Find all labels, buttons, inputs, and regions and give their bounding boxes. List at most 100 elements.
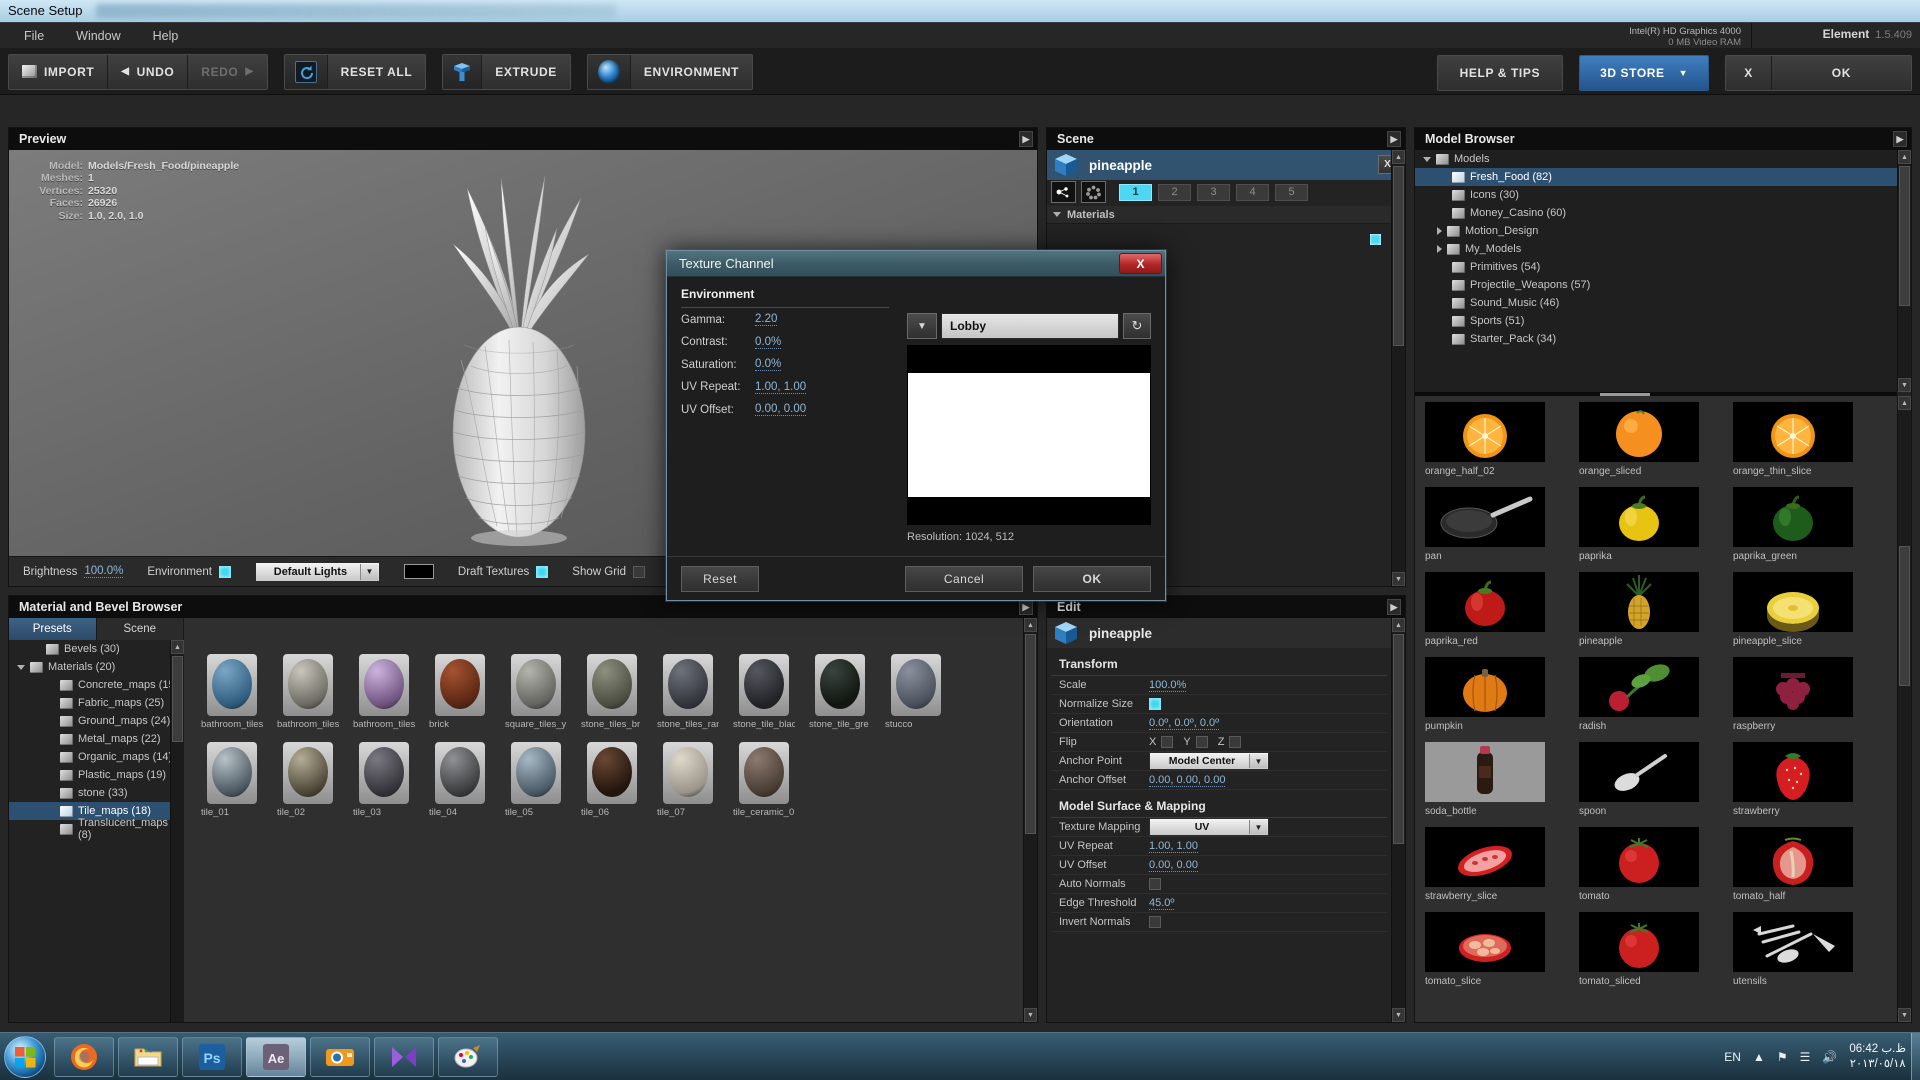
tree-item[interactable]: Starter_Pack (34) xyxy=(1415,330,1897,348)
undo-button[interactable]: ◀ UNDO xyxy=(108,54,189,89)
refresh-icon-button[interactable]: ↻ xyxy=(1123,313,1151,339)
help-tips-button[interactable]: HELP & TIPS xyxy=(1437,56,1563,90)
material-item[interactable]: tile_02 xyxy=(277,742,339,818)
group-icon-button[interactable] xyxy=(1081,181,1106,203)
environment-toggle[interactable]: Environment xyxy=(147,565,231,578)
dialog-cancel-button[interactable]: Cancel xyxy=(905,565,1023,592)
scroll-thumb[interactable] xyxy=(1899,546,1910,686)
dialog-row-value[interactable]: 0.0% xyxy=(755,358,782,372)
property-value[interactable]: 0.00, 0.00 xyxy=(1149,859,1198,872)
show-desktop-button[interactable] xyxy=(1911,1033,1920,1080)
material-browser-collapse-arrow[interactable]: ▶ xyxy=(1019,599,1033,615)
material-item[interactable]: stucco xyxy=(885,654,947,730)
material-slot-2[interactable]: 2 xyxy=(1158,183,1191,201)
tree-item[interactable]: My_Models xyxy=(1415,240,1897,258)
chevron-down-icon[interactable] xyxy=(17,664,25,670)
property-value[interactable]: 0.0º, 0.0º, 0.0º xyxy=(1149,717,1220,730)
tree-item[interactable]: Primitives (54) xyxy=(1415,258,1897,276)
tree-item[interactable]: Icons (30) xyxy=(1415,186,1897,204)
material-item[interactable]: bathroom_tiles xyxy=(201,654,263,730)
flip-z-checkbox[interactable] xyxy=(1229,736,1242,748)
property-value[interactable]: 0.00, 0.00, 0.00 xyxy=(1149,774,1226,787)
taskbar-clock[interactable]: 06:42 ظ.ب ٢٠١٣/٠٥/١٨ xyxy=(1849,1042,1906,1072)
scene-scrollbar[interactable]: ▲ ▼ xyxy=(1391,150,1405,586)
dialog-row-value[interactable]: 0.0% xyxy=(755,336,782,349)
draft-textures-checkbox[interactable] xyxy=(536,565,549,578)
model-item[interactable]: strawberry xyxy=(1733,742,1881,817)
flip-x-checkbox[interactable] xyxy=(1161,736,1174,748)
model-item[interactable]: paprika_green xyxy=(1733,487,1881,562)
tree-item[interactable]: Concrete_maps (15) xyxy=(9,676,184,694)
material-item[interactable]: stone_tile_blac xyxy=(733,654,795,730)
dialog-close-button[interactable]: X xyxy=(1119,253,1162,274)
property-value[interactable]: 1.00, 1.00 xyxy=(1149,840,1198,853)
scene-collapse-arrow[interactable]: ▶ xyxy=(1387,131,1401,147)
background-color-swatch-wrap[interactable] xyxy=(403,564,434,579)
property-value[interactable]: 45.0º xyxy=(1149,897,1175,910)
lights-dropdown-wrap[interactable]: Default Lights ▼ xyxy=(254,561,380,582)
scroll-up-icon[interactable]: ▲ xyxy=(1392,618,1405,632)
tree-item[interactable]: Organic_maps (14) xyxy=(9,748,184,766)
property-dropdown[interactable]: Model Center ▼ xyxy=(1149,752,1269,770)
taskbar-photoshop-button[interactable]: Ps xyxy=(182,1036,242,1077)
scroll-thumb[interactable] xyxy=(172,656,183,742)
material-item[interactable]: stone_tile_gre xyxy=(809,654,871,730)
material-slot-5[interactable]: 5 xyxy=(1275,183,1308,201)
scroll-down-icon[interactable]: ▼ xyxy=(1024,1008,1037,1022)
menu-item-file[interactable]: File xyxy=(10,25,58,47)
ok-button[interactable]: OK xyxy=(1771,56,1911,90)
material-tree-scrollbar[interactable]: ▲ xyxy=(170,640,184,1022)
model-item[interactable]: paprika xyxy=(1579,487,1727,562)
menu-item-help[interactable]: Help xyxy=(139,25,193,47)
scroll-up-icon[interactable]: ▲ xyxy=(1898,150,1911,164)
model-grid-scrollbar[interactable]: ▲ ▼ xyxy=(1897,396,1911,1022)
materials-section-header[interactable]: Materials xyxy=(1047,206,1405,224)
model-item[interactable]: orange_half_02 xyxy=(1425,402,1573,477)
property-checkbox[interactable] xyxy=(1149,698,1161,710)
language-indicator[interactable]: EN xyxy=(1724,1050,1741,1064)
material-item[interactable]: tile_03 xyxy=(353,742,415,818)
draft-textures-toggle[interactable]: Draft Textures xyxy=(458,565,549,578)
material-item[interactable]: tile_ceramic_0 xyxy=(733,742,795,818)
tree-item[interactable]: Translucent_maps (8) xyxy=(9,817,184,841)
model-item[interactable]: strawberry_slice xyxy=(1425,827,1573,902)
material-item[interactable]: bathroom_tiles xyxy=(277,654,339,730)
material-slot-1[interactable]: 1 xyxy=(1119,183,1152,201)
volume-icon[interactable]: 🔊 xyxy=(1822,1050,1837,1064)
scroll-up-icon[interactable]: ▲ xyxy=(1392,150,1405,164)
tree-item[interactable]: Fabric_maps (25) xyxy=(9,694,184,712)
dialog-row-value[interactable]: 0.00, 0.00 xyxy=(755,403,807,417)
dialog-row-value[interactable]: 2.20 xyxy=(755,313,778,327)
taskbar-aftereffects-button[interactable]: Ae xyxy=(246,1036,306,1077)
taskbar-paint-button[interactable] xyxy=(438,1036,498,1077)
tree-item[interactable]: Metal_maps (22) xyxy=(9,730,184,748)
taskbar-media-button[interactable] xyxy=(374,1036,434,1077)
brightness-control[interactable]: Brightness 100.0% xyxy=(23,565,124,578)
tree-item[interactable]: Plastic_maps (19) xyxy=(9,766,184,784)
tree-item[interactable]: Motion_Design xyxy=(1415,222,1897,240)
material-item[interactable]: stone_tiles_br xyxy=(581,654,643,730)
model-tree-scrollbar[interactable]: ▲ ▼ xyxy=(1897,150,1911,392)
model-browser-collapse-arrow[interactable]: ▶ xyxy=(1893,131,1907,147)
flip-y-checkbox[interactable] xyxy=(1195,736,1208,748)
texture-name-field[interactable]: Lobby xyxy=(941,313,1119,339)
background-color-swatch[interactable] xyxy=(403,564,434,579)
material-active-indicator[interactable] xyxy=(1370,234,1381,245)
tree-item[interactable]: Money_Casino (60) xyxy=(1415,204,1897,222)
action-center-icon[interactable]: ⚑ xyxy=(1777,1050,1788,1064)
scroll-thumb[interactable] xyxy=(1393,166,1404,346)
property-value[interactable]: 100.0% xyxy=(1149,679,1187,692)
tree-item[interactable]: Sports (51) xyxy=(1415,312,1897,330)
extrude-button[interactable]: EXTRUDE xyxy=(482,54,570,89)
import-button[interactable]: IMPORT xyxy=(9,54,109,89)
tree-item[interactable]: Ground_maps (24) xyxy=(9,712,184,730)
scroll-up-icon[interactable]: ▲ xyxy=(1898,396,1911,410)
preview-collapse-arrow[interactable]: ▶ xyxy=(1019,131,1033,147)
tree-item[interactable]: Projectile_Weapons (57) xyxy=(1415,276,1897,294)
material-item[interactable]: stone_tiles_ran xyxy=(657,654,719,730)
dialog-row-value[interactable]: 1.00, 1.00 xyxy=(755,381,807,394)
property-checkbox[interactable] xyxy=(1149,916,1161,928)
model-item[interactable]: pan xyxy=(1425,487,1573,562)
scroll-thumb[interactable] xyxy=(1025,634,1036,834)
model-item[interactable]: tomato xyxy=(1579,827,1727,902)
